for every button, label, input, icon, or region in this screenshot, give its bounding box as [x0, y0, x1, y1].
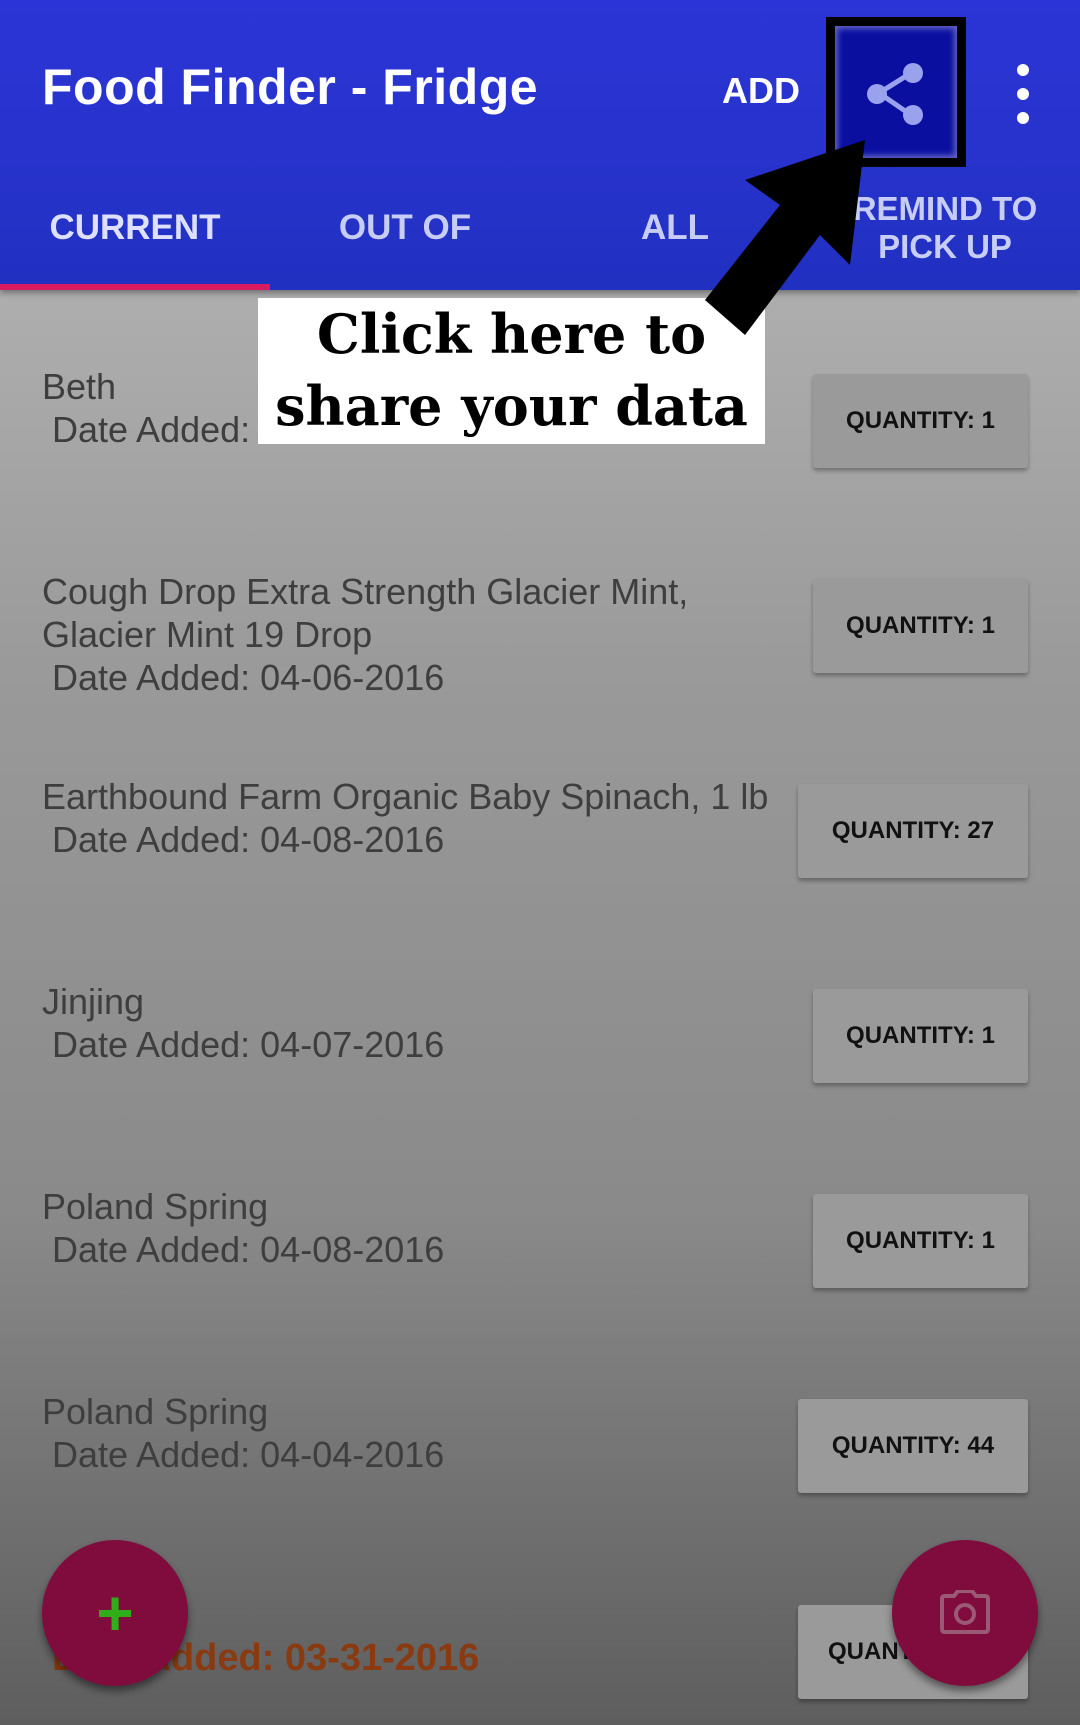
item-name: Jinjing — [42, 981, 145, 1022]
arrow-pointer-icon — [705, 140, 865, 335]
add-item-fab[interactable]: + — [42, 1540, 188, 1686]
quantity-button[interactable]: QUANTITY: 1 — [813, 989, 1028, 1083]
camera-fab[interactable] — [892, 1540, 1038, 1686]
app-bar: Food Finder - Fridge ADD CURRENT OUT OF … — [0, 0, 1080, 290]
callout-line-1: Click here to — [316, 302, 707, 366]
item-name: Earthbound Farm Organic Baby Spinach, 1 … — [42, 776, 769, 817]
item-date: Date Added: 04-06-2016 — [52, 657, 445, 698]
quantity-button[interactable]: QUANTITY: 1 — [813, 579, 1028, 673]
item-name: Poland Spring — [42, 1391, 269, 1432]
camera-icon — [940, 1590, 990, 1634]
item-name: Glacier Mint 19 Drop — [42, 614, 373, 655]
tutorial-callout: Click here to share your data — [258, 298, 765, 444]
more-vert-icon[interactable] — [1010, 64, 1036, 124]
share-icon — [867, 63, 923, 125]
add-button[interactable]: ADD — [722, 70, 800, 112]
item-name: Beth — [42, 366, 117, 407]
item-date: Date Added: 04-04-2016 — [52, 1434, 445, 1475]
item-name: Poland Spring — [42, 1186, 269, 1227]
plus-icon: + — [96, 1577, 134, 1649]
quantity-button[interactable]: QUANTITY: 1 — [813, 1194, 1028, 1288]
item-date: Date Added: 04-07-2016 — [52, 1024, 445, 1065]
tab-indicator — [0, 284, 270, 290]
page-title: Food Finder - Fridge — [42, 59, 539, 115]
item-date: Date Added: 04-08-2016 — [52, 819, 445, 860]
tab-out-of[interactable]: OUT OF — [300, 208, 510, 248]
item-name: Cough Drop Extra Strength Glacier Mint, — [42, 571, 689, 612]
tab-current[interactable]: CURRENT — [40, 208, 230, 248]
quantity-button[interactable]: QUANTITY: 27 — [798, 784, 1028, 878]
item-date: Date Added: 04-08-2016 — [52, 1229, 445, 1270]
quantity-button[interactable]: QUANTITY: 1 — [813, 374, 1028, 468]
callout-line-2: share your data — [275, 374, 748, 438]
quantity-button[interactable]: QUANTITY: 44 — [798, 1399, 1028, 1493]
item-date: Date Added: — [52, 409, 251, 450]
